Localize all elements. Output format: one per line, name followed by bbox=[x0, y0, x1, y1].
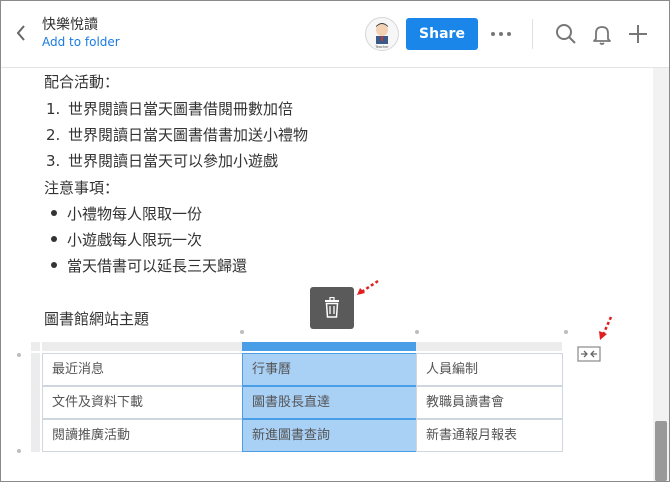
table-corner-handle[interactable] bbox=[31, 342, 40, 351]
doc-body: 配合活動： 1. 世界閱讀日當天圖書借閱冊數加倍 2. 世界閱讀日當天圖書借書加送小… bbox=[1, 68, 653, 481]
list-item: 小遊戲每人限玩一次 bbox=[51, 229, 202, 250]
list-item-text: 世界閱讀日當天圖書借閱冊數加倍 bbox=[68, 100, 294, 118]
search-icon[interactable] bbox=[554, 22, 578, 46]
list-item: 3. 世界閱讀日當天可以參加小遊戲 bbox=[46, 150, 278, 171]
resize-handle[interactable] bbox=[17, 449, 21, 453]
list-number: 1. bbox=[46, 100, 61, 118]
column-selector[interactable] bbox=[416, 342, 562, 351]
fit-width-icon[interactable] bbox=[577, 346, 601, 362]
table-cell[interactable]: 人員編制 bbox=[416, 353, 563, 386]
table-cell[interactable]: 閱讀推廣活動 bbox=[42, 419, 243, 452]
row-selector[interactable] bbox=[31, 386, 40, 419]
table-cell[interactable]: 新書通報月報表 bbox=[416, 419, 563, 452]
list-item: 小禮物每人限取一份 bbox=[51, 203, 202, 224]
activities-heading: 配合活動： bbox=[44, 73, 120, 91]
bullet-icon bbox=[51, 209, 57, 216]
list-item: 1. 世界閱讀日當天圖書借閱冊數加倍 bbox=[46, 98, 293, 119]
bell-icon[interactable] bbox=[590, 22, 614, 46]
resize-handle[interactable] bbox=[240, 330, 244, 334]
list-item: 當天借書可以延長三天歸還 bbox=[51, 255, 247, 276]
bullet-icon bbox=[51, 235, 57, 242]
delete-table-button[interactable] bbox=[310, 287, 354, 329]
table-cell-selected[interactable]: 新進圖書查詢 bbox=[242, 419, 417, 452]
table-cell-selected[interactable]: 行事曆 bbox=[242, 353, 417, 386]
avatar[interactable]: Teacher bbox=[365, 17, 399, 51]
doc-header: 快樂悅讀 Add to folder Teacher Share bbox=[1, 1, 669, 68]
row-selector[interactable] bbox=[31, 419, 40, 452]
bullet-icon bbox=[51, 261, 57, 268]
table-cell[interactable]: 最近消息 bbox=[42, 353, 243, 386]
column-selector-selected[interactable] bbox=[242, 342, 416, 351]
table-cell[interactable]: 文件及資料下載 bbox=[42, 386, 243, 419]
list-item-text: 小禮物每人限取一份 bbox=[67, 205, 203, 223]
row-selector[interactable] bbox=[31, 353, 40, 386]
list-item: 2. 世界閱讀日當天圖書借書加送小禮物 bbox=[46, 124, 308, 145]
avatar-caption: Teacher bbox=[374, 45, 389, 49]
list-number: 2. bbox=[46, 126, 61, 144]
back-chevron-icon[interactable] bbox=[13, 21, 31, 45]
list-item-text: 世界閱讀日當天圖書借書加送小禮物 bbox=[68, 126, 309, 144]
notes-heading: 注意事項： bbox=[44, 179, 120, 197]
trash-icon bbox=[325, 297, 339, 318]
header-divider bbox=[532, 19, 533, 49]
list-item-text: 當天借書可以延長三天歸還 bbox=[67, 257, 248, 275]
table-cell[interactable]: 教職員讀書會 bbox=[416, 386, 563, 419]
scrollbar-thumb[interactable] bbox=[655, 421, 667, 481]
resize-handle[interactable] bbox=[415, 330, 419, 334]
vertical-scrollbar[interactable] bbox=[653, 68, 669, 481]
table-title: 圖書館網站主題 bbox=[44, 310, 150, 328]
annotation-arrow-icon bbox=[599, 316, 613, 340]
table-cell-selected[interactable]: 圖書股長直達 bbox=[242, 386, 417, 419]
list-number: 3. bbox=[46, 152, 61, 170]
share-button[interactable]: Share bbox=[406, 18, 478, 50]
resize-handle[interactable] bbox=[564, 330, 568, 334]
add-to-folder-link[interactable]: Add to folder bbox=[42, 35, 120, 49]
app-window: 快樂悅讀 Add to folder Teacher Share 配合活動： 1… bbox=[0, 0, 670, 482]
plus-icon[interactable] bbox=[626, 22, 650, 46]
list-item-text: 世界閱讀日當天可以參加小遊戲 bbox=[68, 152, 279, 170]
doc-title: 快樂悅讀 bbox=[42, 17, 98, 33]
resize-handle[interactable] bbox=[17, 353, 21, 357]
more-dots-icon[interactable] bbox=[489, 26, 513, 42]
column-selector[interactable] bbox=[42, 342, 242, 351]
annotation-arrow-icon bbox=[357, 279, 379, 295]
list-item-text: 小遊戲每人限玩一次 bbox=[67, 231, 203, 249]
